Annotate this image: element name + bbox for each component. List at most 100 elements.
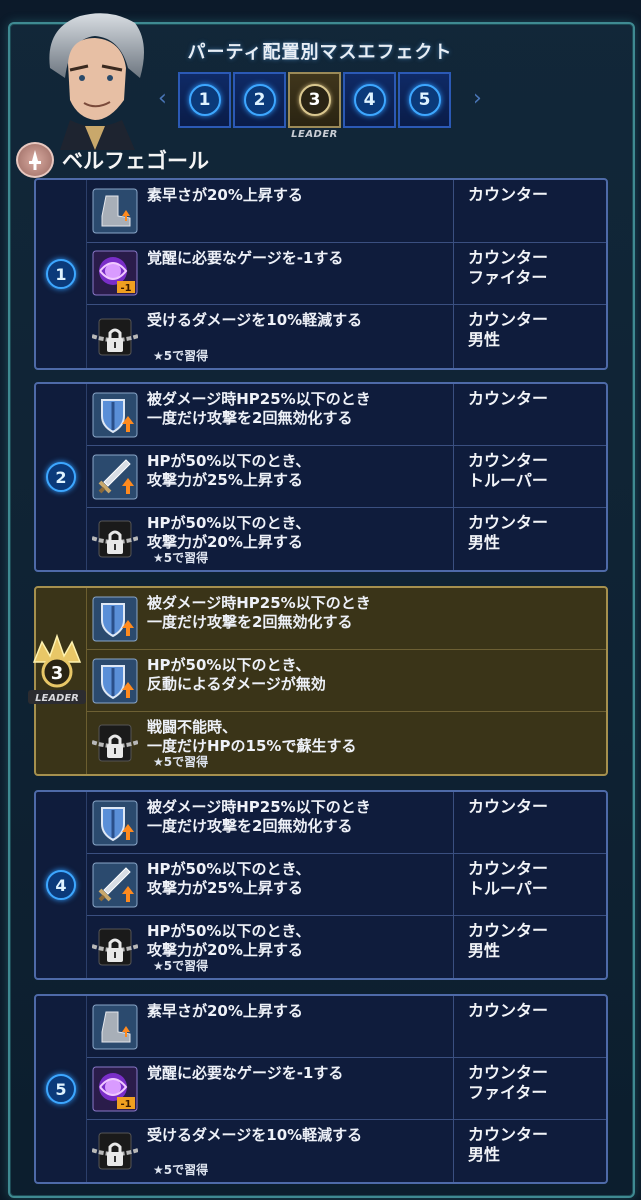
group-number: 2 [46, 462, 76, 492]
slot-number: 1 [188, 84, 221, 116]
effect-text-line: HPが50%以下のとき、 [147, 656, 311, 674]
effect-text-line: 受けるダメージを10%軽減する [147, 1126, 363, 1144]
character-row: ベルフェゴール [16, 142, 209, 178]
effect-conditions: カウンター 男性 [453, 508, 606, 570]
effect-text-line: 受けるダメージを10%軽減する [147, 311, 363, 330]
condition-tag: カウンター [468, 513, 549, 532]
effect-text-line: 被ダメージ時HP25%以下のとき [147, 594, 371, 612]
effect-description: 戦闘不能時、 一度だけHPの15%で蘇生する ★5で習得 [143, 712, 453, 774]
effect-conditions: カウンター ファイター [453, 242, 606, 305]
effect-rows: 被ダメージ時HP25%以下のとき 一度だけ攻撃を2回無効化する カウンター HPが50… [87, 792, 606, 978]
effect-text-line: 覚醒に必要なゲージを-1する [147, 248, 344, 267]
effect-conditions: カウンター トルーパー [453, 854, 606, 915]
effect-row: HPが50%以下のとき、 反動によるダメージが無効 [87, 650, 606, 712]
effect-row: HPが50%以下のとき、 攻撃力が20%上昇する ★5で習得 カウンター 男性 [87, 916, 606, 978]
effect-group-2: 2 被ダメージ時HP25%以下のとき 一度だけ攻撃を2回無効化する カウンター HPが5… [34, 382, 608, 572]
chevron-left-icon[interactable]: ‹ [158, 88, 172, 110]
condition-tag: カウンター [468, 247, 549, 267]
condition-tag: カウンター [468, 389, 549, 408]
chained-lock-icon [87, 712, 143, 774]
condition-tag: カウンター [468, 451, 549, 470]
slot-number: 2 [243, 84, 276, 116]
effect-row: 被ダメージ時HP25%以下のとき 一度だけ攻撃を2回無効化する カウンター [87, 384, 606, 446]
svg-text:3: 3 [51, 663, 64, 684]
effect-row: 被ダメージ時HP25%以下のとき 一度だけ攻撃を2回無効化する [87, 588, 606, 650]
slot-number: 5 [408, 84, 441, 116]
slot-tab-4[interactable]: 4 [343, 72, 396, 128]
condition-tag: カウンター [468, 1125, 549, 1144]
slot-number: 3 [298, 84, 331, 116]
group-number-cell: 1 [36, 180, 87, 368]
effect-conditions: カウンター [453, 792, 606, 853]
condition-tag: 男性 [468, 533, 501, 552]
effect-row: 被ダメージ時HP25%以下のとき 一度だけ攻撃を2回無効化する カウンター [87, 792, 606, 854]
effect-text-line: HPが50%以下のとき、 [147, 452, 311, 470]
effect-text-line: 素早さが20%上昇する [147, 186, 303, 204]
leader-crown-icon: 3 LEADER [26, 632, 88, 708]
effect-description: HPが50%以下のとき、 反動によるダメージが無効 [143, 650, 453, 711]
slot-tabs: 1 2 3 LEADER 4 5 [178, 72, 451, 140]
effect-text-line: HPが50%以下のとき、 [147, 860, 311, 878]
unlock-requirement: ★5で習得 [153, 959, 209, 973]
condition-tag: カウンター [468, 1001, 549, 1020]
effect-row: HPが50%以下のとき、 攻撃力が20%上昇する ★5で習得 カウンター 男性 [87, 508, 606, 570]
effect-description: 被ダメージ時HP25%以下のとき 一度だけ攻撃を2回無効化する [143, 384, 453, 445]
effect-description: 受けるダメージを10%軽減する ★5で習得 [143, 305, 453, 368]
effect-rows: 被ダメージ時HP25%以下のとき 一度だけ攻撃を2回無効化する HPが50%以下のと… [87, 588, 606, 774]
effect-conditions: カウンター [453, 996, 606, 1057]
shield-up-icon [87, 384, 143, 445]
effect-row: 受けるダメージを10%軽減する ★5で習得 カウンター 男性 [87, 1120, 606, 1182]
chained-lock-icon [87, 916, 143, 978]
character-portrait [40, 8, 150, 150]
chevron-right-icon[interactable]: › [473, 88, 487, 110]
effect-group-1: 1 素早さが20%上昇する カウンター -1 覚醒に必要なゲージを-1する カウンター ファ… [34, 178, 608, 370]
effect-description: 被ダメージ時HP25%以下のとき 一度だけ攻撃を2回無効化する [143, 792, 453, 853]
effect-text-line: 攻撃力が25%上昇する [147, 471, 303, 489]
condition-tag: カウンター [468, 921, 549, 940]
effect-conditions: カウンター 男性 [453, 916, 606, 978]
effect-group-4: 4 被ダメージ時HP25%以下のとき 一度だけ攻撃を2回無効化する カウンター HPが5… [34, 790, 608, 980]
leader-label: LEADER [291, 129, 338, 140]
effect-conditions: カウンター ファイター [453, 1058, 606, 1119]
slot-tab-1[interactable]: 1 [178, 72, 231, 128]
shield-up-icon [87, 792, 143, 853]
effect-rows: 素早さが20%上昇する カウンター -1 覚醒に必要なゲージを-1する カウンター ファイ… [87, 996, 606, 1182]
effect-row: HPが50%以下のとき、 攻撃力が25%上昇する カウンター トルーパー [87, 854, 606, 916]
effect-description: 受けるダメージを10%軽減する ★5で習得 [143, 1120, 453, 1182]
effect-text-line: 反動によるダメージが無効 [147, 675, 326, 693]
unlock-requirement: ★5で習得 [153, 755, 209, 769]
effect-row: -1 覚醒に必要なゲージを-1する カウンター ファイター [87, 242, 606, 306]
unlock-requirement: ★5で習得 [153, 348, 209, 363]
effect-conditions: カウンター トルーパー [453, 446, 606, 507]
effect-row: 受けるダメージを10%軽減する ★5で習得 カウンター 男性 [87, 305, 606, 368]
group-number-cell: 2 [36, 384, 87, 570]
effect-conditions: カウンター 男性 [453, 1120, 606, 1182]
unlock-requirement: ★5で習得 [153, 1163, 209, 1177]
effect-text-line: 一度だけ攻撃を2回無効化する [147, 613, 353, 631]
effect-description: HPが50%以下のとき、 攻撃力が20%上昇する ★5で習得 [143, 916, 453, 978]
sword-up-icon [87, 446, 143, 507]
effect-description: HPが50%以下のとき、 攻撃力が25%上昇する [143, 446, 453, 507]
effect-conditions: カウンター [453, 180, 606, 242]
condition-tag: カウンター [468, 797, 549, 816]
svg-text:-1: -1 [120, 1099, 131, 1110]
slot-tab-2[interactable]: 2 [233, 72, 286, 128]
condition-tag: トルーパー [468, 471, 548, 490]
effect-description: 覚醒に必要なゲージを-1する [143, 1058, 453, 1119]
effect-conditions: カウンター [453, 384, 606, 445]
group-number: 1 [46, 259, 76, 289]
slot-tab-3[interactable]: 3 LEADER [288, 72, 341, 140]
effect-text-line: 一度だけ攻撃を2回無効化する [147, 409, 353, 427]
effect-row: 素早さが20%上昇する カウンター [87, 996, 606, 1058]
effect-text-line: HPが50%以下のとき、 [147, 922, 311, 940]
slot-tab-5[interactable]: 5 [398, 72, 451, 128]
purple-orb-minus-one-icon: -1 [87, 1058, 143, 1119]
effect-row: 戦闘不能時、 一度だけHPの15%で蘇生する ★5で習得 [87, 712, 606, 774]
chained-lock-icon [87, 1120, 143, 1182]
shield-up-icon [87, 650, 143, 711]
effect-conditions [453, 588, 606, 649]
effect-text-line: 一度だけ攻撃を2回無効化する [147, 817, 353, 835]
effect-row: HPが50%以下のとき、 攻撃力が25%上昇する カウンター トルーパー [87, 446, 606, 508]
effect-description: 覚醒に必要なゲージを-1する [143, 243, 453, 305]
effect-conditions [453, 712, 606, 774]
